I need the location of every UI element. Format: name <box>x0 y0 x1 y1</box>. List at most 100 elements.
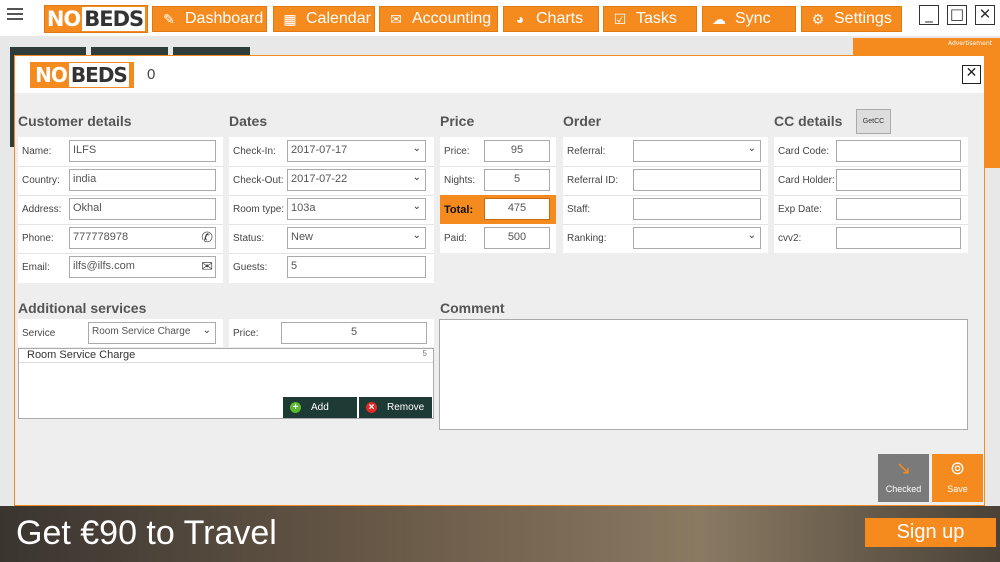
hamburger-menu-icon[interactable] <box>7 8 23 22</box>
guests-label: Guests: <box>233 262 268 273</box>
referral-id-label: Referral ID: <box>567 175 619 186</box>
comment-title: Comment <box>440 300 505 316</box>
total-field[interactable]: 475 <box>484 198 550 220</box>
app-logo: NO BEDS <box>44 5 148 33</box>
save-icon: ⊚ <box>949 458 966 478</box>
booking-modal: NO BEDS 0 ✕ Customer details Dates Price … <box>14 55 985 506</box>
checkbox-icon: ☑ <box>613 10 627 27</box>
booking-number: 0 <box>147 66 156 83</box>
referral-label: Referral: <box>567 146 606 157</box>
referral-id-field[interactable] <box>633 169 761 191</box>
checkin-label: Check-In: <box>233 146 276 157</box>
checkout-label: Check-Out: <box>233 175 284 186</box>
comment-textarea[interactable] <box>439 319 968 430</box>
nav-sync[interactable]: ☁ Sync <box>702 6 796 32</box>
chevron-down-icon: ⌄ <box>412 230 421 241</box>
name-label: Name: <box>22 146 52 157</box>
chevron-down-icon: ⌄ <box>412 143 421 154</box>
nights-field[interactable]: 5 <box>484 169 550 191</box>
pie-chart-icon: ◕ <box>515 11 525 27</box>
service-label: Service <box>22 328 56 339</box>
order-panel: Referral: ⌄ Referral ID: Staff: Ranking: ⌄ <box>563 137 768 253</box>
card-holder-label: Card Holder: <box>778 175 835 186</box>
save-button[interactable]: ⊚ Save <box>932 454 983 502</box>
staff-field[interactable] <box>633 198 761 220</box>
price-label: Price: <box>444 146 470 157</box>
card-holder-field[interactable] <box>836 169 961 191</box>
arrow-down-right-icon: ↘ <box>895 458 912 478</box>
getcc-button[interactable]: GetCC <box>856 109 891 134</box>
chevron-down-icon: ⌄ <box>202 325 211 336</box>
email-field[interactable]: ilfs@ilfs.com ✉ <box>69 256 216 278</box>
top-bar: NO BEDS ✎ Dashboard ▦ Calendar ✉ Accounting … <box>0 0 1000 36</box>
status-select[interactable]: New ⌄ <box>287 227 426 249</box>
checkout-select[interactable]: 2017-07-22 ⌄ <box>287 169 426 191</box>
modal-header: NO BEDS 0 ✕ <box>15 56 984 93</box>
card-code-label: Card Code: <box>778 146 830 157</box>
service-price-field[interactable]: 5 <box>281 322 427 344</box>
money-icon: ✉ <box>390 10 402 27</box>
signup-button[interactable]: Sign up <box>865 518 996 547</box>
close-modal-button[interactable]: ✕ <box>962 65 981 84</box>
cvv2-label: cvv2: <box>778 233 802 244</box>
calendar-icon: ▦ <box>283 10 297 27</box>
ranking-label: Ranking: <box>567 233 607 244</box>
dates-panel: Check-In: 2017-07-17 ⌄ Check-Out: 2017-07-2… <box>229 137 434 283</box>
checked-button[interactable]: ↘ Checked <box>878 454 929 502</box>
phone-icon[interactable]: ✆ <box>201 229 213 246</box>
checkin-select[interactable]: 2017-07-17 ⌄ <box>287 140 426 162</box>
nav-charts[interactable]: ◕ Charts <box>503 6 599 32</box>
ad-text: Get €90 to Travel <box>16 514 277 552</box>
minimize-button[interactable]: _ <box>919 5 939 25</box>
close-window-button[interactable]: ✕ <box>975 5 995 25</box>
phone-field[interactable]: 777778978 ✆ <box>69 227 216 249</box>
card-code-field[interactable] <box>836 140 961 162</box>
list-item[interactable]: Room Service Charge 5 <box>19 349 433 363</box>
guests-field[interactable]: 5 <box>287 256 426 278</box>
nav-tasks[interactable]: ☑ Tasks <box>603 6 697 32</box>
service-price-label: Price: <box>233 328 259 339</box>
nav-dashboard[interactable]: ✎ Dashboard <box>152 6 267 32</box>
nav-accounting[interactable]: ✉ Accounting <box>379 6 498 32</box>
cloud-icon: ☁ <box>712 10 726 27</box>
paid-label: Paid: <box>444 233 467 244</box>
price-title: Price <box>440 113 475 129</box>
ranking-select[interactable]: ⌄ <box>633 227 761 249</box>
plus-icon: + <box>290 402 301 413</box>
chevron-down-icon: ⌄ <box>747 230 756 241</box>
staff-label: Staff: <box>567 204 591 215</box>
remove-service-button[interactable]: × Remove <box>359 397 432 418</box>
roomtype-select[interactable]: 103a ⌄ <box>287 198 426 220</box>
envelope-icon[interactable]: ✉ <box>201 258 213 275</box>
cvv2-field[interactable] <box>836 227 961 249</box>
maximize-button[interactable]: □ <box>947 5 967 25</box>
cc-panel: Card Code: Card Holder: Exp Date: cvv2: <box>774 137 968 253</box>
chevron-down-icon: ⌄ <box>747 143 756 154</box>
ad-banner-bottom[interactable]: Get €90 to Travel Sign up <box>0 506 1000 562</box>
chevron-down-icon: ⌄ <box>412 201 421 212</box>
remove-icon: × <box>366 402 377 413</box>
roomtype-label: Room type: <box>233 204 285 215</box>
add-service-button[interactable]: + Add <box>283 397 357 418</box>
nav-calendar[interactable]: ▦ Calendar <box>273 6 375 32</box>
price-field[interactable]: 95 <box>484 140 550 162</box>
service-price-row: Price: 5 <box>229 319 434 347</box>
exp-date-field[interactable] <box>836 198 961 220</box>
paid-field[interactable]: 500 <box>484 227 550 249</box>
gear-icon: ⚙ <box>811 10 825 27</box>
referral-select[interactable]: ⌄ <box>633 140 761 162</box>
country-field[interactable]: india <box>69 169 216 191</box>
price-panel: Price: 95 Nights: 5 Total: 475 Paid: 500 <box>440 137 556 253</box>
service-select[interactable]: Room Service Charge ⌄ <box>88 322 216 344</box>
address-field[interactable]: Okhal <box>69 198 216 220</box>
cc-details-title: CC details <box>774 113 843 129</box>
nav-settings[interactable]: ⚙ Settings <box>801 6 902 32</box>
total-label: Total: <box>444 204 474 216</box>
country-label: Country: <box>22 175 60 186</box>
email-label: Email: <box>22 262 50 273</box>
status-label: Status: <box>233 233 265 244</box>
name-field[interactable]: ILFS <box>69 140 216 162</box>
dates-title: Dates <box>229 113 268 129</box>
order-title: Order <box>563 113 602 129</box>
address-label: Address: <box>22 204 62 215</box>
